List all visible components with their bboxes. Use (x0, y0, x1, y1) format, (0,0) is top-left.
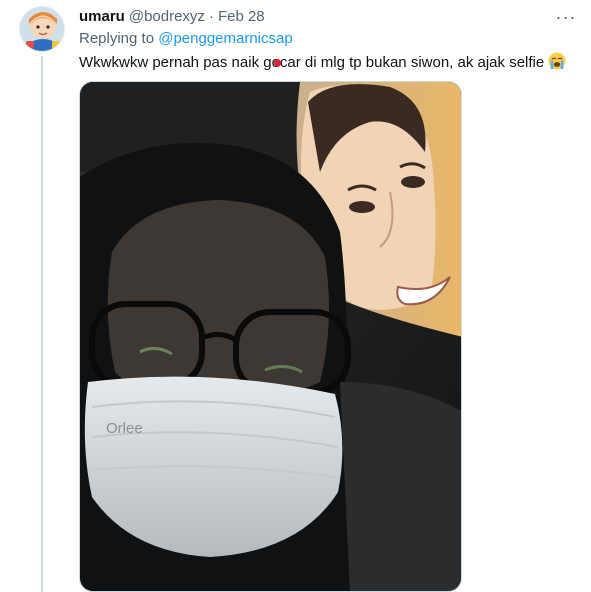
avatar[interactable] (19, 6, 65, 52)
tweet-text-row: Wkwkwkw pernah pas naik gocar di mlg tp … (79, 52, 577, 76)
mask-print: Orlee (106, 420, 143, 437)
replying-to-label: Replying to (79, 30, 155, 47)
display-name[interactable]: umaru (79, 8, 125, 26)
tweet-photo[interactable]: Orlee (79, 81, 462, 592)
red-dot-marker (274, 59, 281, 67)
more-icon: ··· (555, 6, 577, 27)
separator-dot: · (208, 8, 214, 25)
timestamp[interactable]: Feb 28 (218, 8, 265, 26)
replying-to: Replying to @penggemarnicsap (79, 30, 577, 48)
reply-mention-link[interactable]: @penggemarnicsap (158, 30, 292, 47)
tweet-text: Wkwkwkw pernah pas naik gocar di mlg tp … (79, 54, 545, 71)
loudly-crying-face-icon (548, 52, 566, 76)
tweet-content: umaru @bodrexyz · Feb 28 ··· Replying to… (79, 6, 577, 76)
more-options-button[interactable]: ··· (555, 6, 577, 28)
user-handle[interactable]: @bodrexyz (129, 8, 205, 26)
tweet-header: umaru @bodrexyz · Feb 28 (79, 8, 577, 26)
avatar-image (20, 7, 64, 51)
selfie-photo: Orlee (80, 82, 461, 591)
thread-line (41, 56, 43, 592)
